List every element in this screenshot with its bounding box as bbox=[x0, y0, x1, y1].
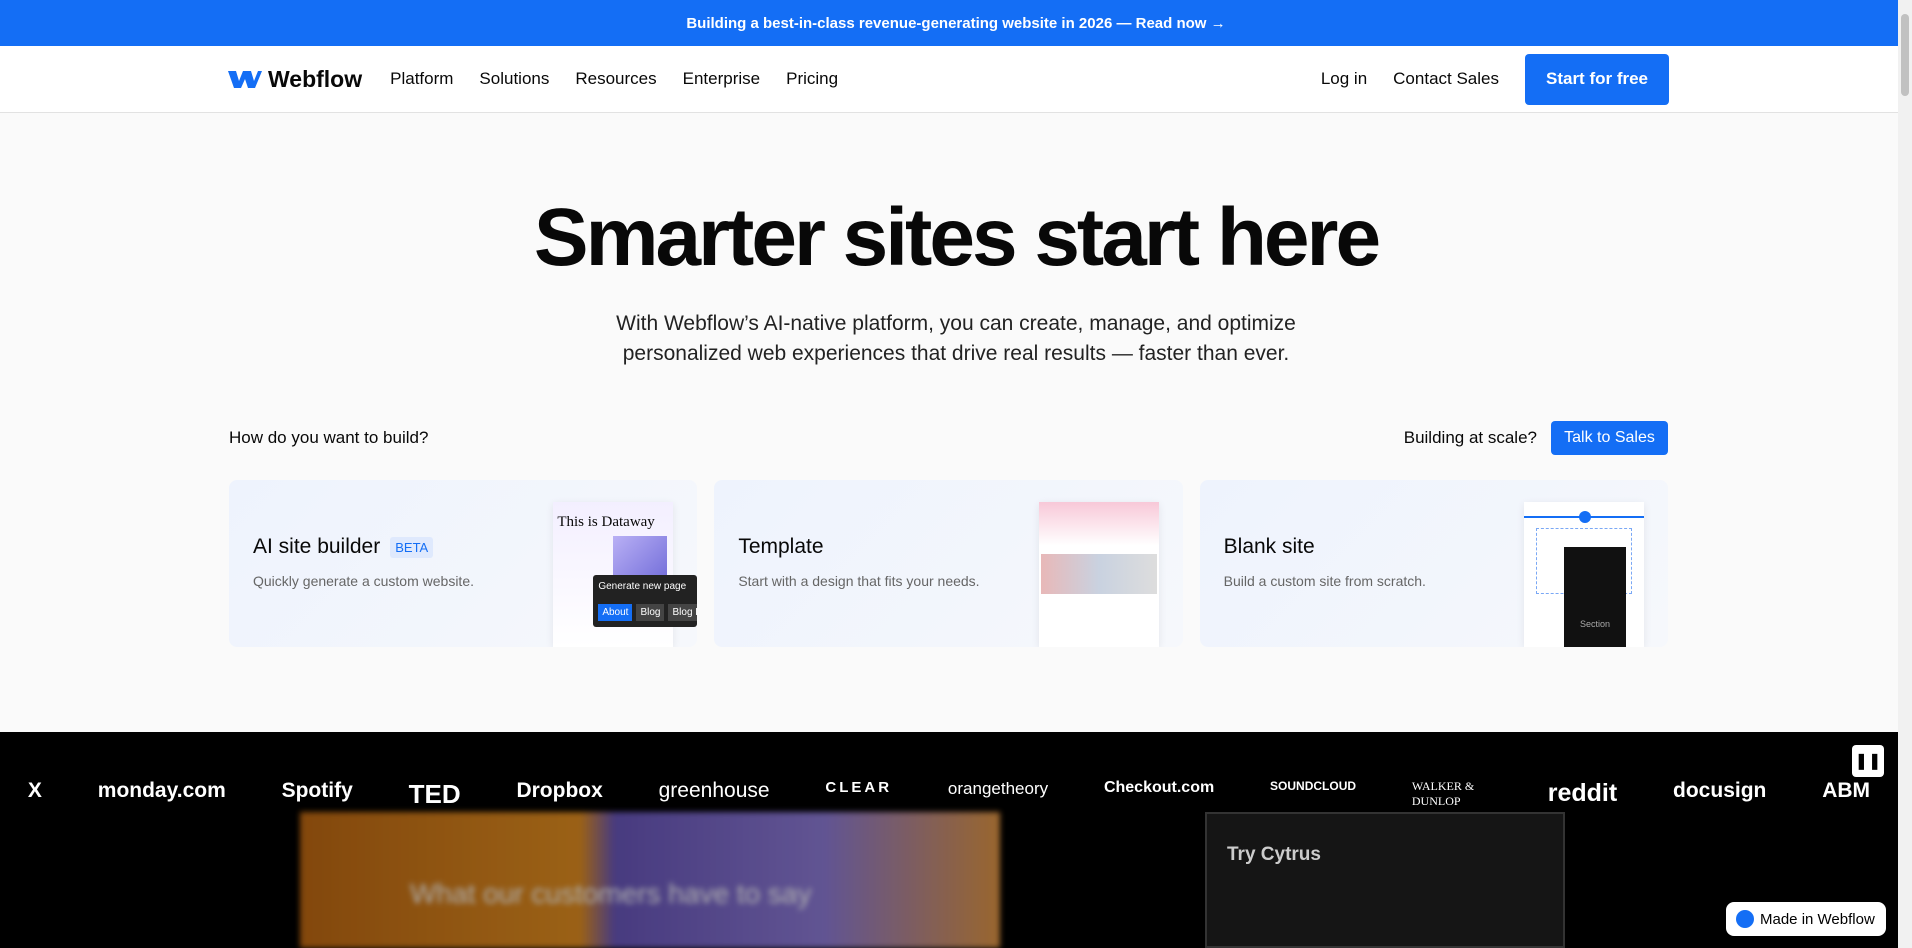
logo-docusign: docusign bbox=[1673, 779, 1767, 802]
logo-walker-dunlop: WALKER & DUNLOP bbox=[1411, 779, 1475, 808]
made-in-webflow-text: Made in Webflow bbox=[1760, 910, 1875, 928]
logo-abm: ABM bbox=[1822, 779, 1871, 802]
section-label: Section bbox=[1563, 547, 1626, 647]
card-title: Blank site bbox=[1223, 535, 1315, 558]
template-preview bbox=[1038, 502, 1159, 647]
logo-soundcloud: SOUNDCLOUD bbox=[1270, 779, 1357, 793]
card-title: AI site builder bbox=[253, 535, 381, 558]
logo-spotify: Spotify bbox=[281, 779, 353, 802]
banner-text[interactable]: Building a best-in-class revenue-generat… bbox=[686, 15, 1225, 32]
nav-platform[interactable]: Platform bbox=[390, 69, 453, 89]
popup-title: Generate new page bbox=[598, 581, 687, 592]
start-for-free-button[interactable]: Start for free bbox=[1525, 53, 1669, 105]
webflow-logo[interactable]: Webflow bbox=[228, 66, 362, 93]
logo-dropbox: Dropbox bbox=[516, 779, 603, 802]
showcase-left-text: What our customers have to say bbox=[410, 878, 812, 909]
generate-page-popup: Generate new page About Blog Blog Post bbox=[593, 575, 698, 627]
nav-pricing[interactable]: Pricing bbox=[786, 69, 838, 89]
card-template[interactable]: Template Start with a design that fits y… bbox=[714, 480, 1183, 647]
beta-badge: BETA bbox=[390, 536, 434, 558]
logo-orangetheory: orangetheory bbox=[947, 779, 1049, 798]
contact-sales-link[interactable]: Contact Sales bbox=[1393, 69, 1499, 89]
showcase-video-left: What our customers have to say bbox=[300, 812, 1000, 948]
scrollbar-thumb[interactable] bbox=[1901, 14, 1909, 96]
showcase-video-right: Try Cytrus bbox=[1205, 812, 1565, 948]
page-scrollbar[interactable] bbox=[1898, 0, 1912, 948]
card-title: Template bbox=[738, 535, 824, 558]
logo-marquee: X monday.com Spotify TED Dropbox greenho… bbox=[0, 779, 1898, 810]
brand-name: Webflow bbox=[268, 65, 363, 92]
made-in-webflow-badge[interactable]: Made in Webflow bbox=[1726, 902, 1886, 936]
chip-about[interactable]: About bbox=[598, 604, 633, 621]
showcase-right-text: Try Cytrus bbox=[1227, 844, 1321, 865]
logo-greenhouse: greenhouse bbox=[658, 779, 770, 802]
blank-preview: Section bbox=[1523, 502, 1644, 647]
webflow-badge-icon bbox=[1736, 910, 1754, 928]
nav-solutions[interactable]: Solutions bbox=[479, 69, 549, 89]
hero-subtitle-1: With Webflow’s AI-native platform, you c… bbox=[616, 312, 1296, 335]
chip-blog[interactable]: Blog bbox=[636, 604, 665, 621]
logo-monday: monday.com bbox=[97, 779, 226, 802]
webflow-logo-icon bbox=[228, 71, 262, 88]
customer-showcase: X monday.com Spotify TED Dropbox greenho… bbox=[0, 732, 1898, 948]
logo-reddit: reddit bbox=[1547, 779, 1618, 807]
chip-blog-post[interactable]: Blog Post bbox=[668, 604, 698, 621]
nav-enterprise[interactable]: Enterprise bbox=[683, 69, 760, 89]
pause-button[interactable]: ❚❚ bbox=[1852, 745, 1884, 777]
hero-title: Smarter sites start here bbox=[533, 192, 1381, 283]
nav-resources[interactable]: Resources bbox=[575, 69, 656, 89]
logo-clear: CLEAR bbox=[825, 779, 893, 796]
logo-checkout: Checkout.com bbox=[1103, 779, 1215, 796]
card-blank-site[interactable]: Blank site Build a custom site from scra… bbox=[1199, 480, 1668, 647]
logo-x: X bbox=[27, 779, 42, 802]
card-ai-site-builder[interactable]: AI site builder BETA Quickly generate a c… bbox=[229, 480, 698, 647]
pause-icon: ❚❚ bbox=[1854, 753, 1882, 770]
hero-subtitle-2: personalized web experiences that drive … bbox=[622, 342, 1290, 365]
talk-to-sales-button[interactable]: Talk to Sales bbox=[1551, 421, 1668, 455]
build-question: How do you want to build? bbox=[229, 428, 429, 447]
scale-label: Building at scale? bbox=[1403, 428, 1537, 447]
login-link[interactable]: Log in bbox=[1321, 69, 1367, 89]
announcement-banner[interactable]: Building a best-in-class revenue-generat… bbox=[0, 0, 1912, 46]
top-nav: Webflow Platform Solutions Resources Ent… bbox=[0, 46, 1912, 113]
logo-ted: TED bbox=[408, 779, 461, 809]
